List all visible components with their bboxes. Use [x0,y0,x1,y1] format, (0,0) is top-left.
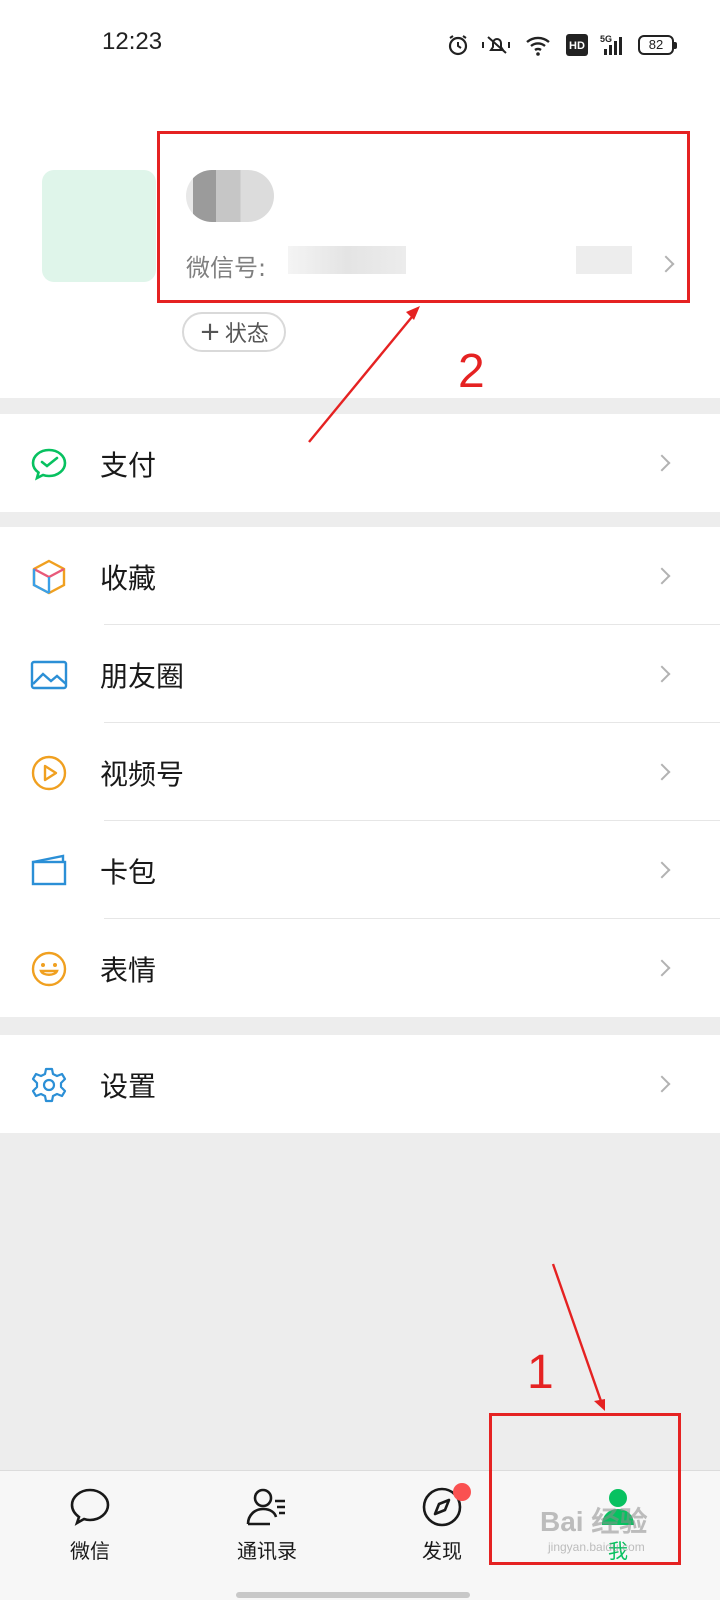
arrow-line-1 [551,1263,604,1405]
arrow-line-2 [308,311,417,443]
arrow-head-2 [406,306,420,320]
arrow-head-1 [594,1399,605,1411]
annotation-arrows [308,306,605,1411]
